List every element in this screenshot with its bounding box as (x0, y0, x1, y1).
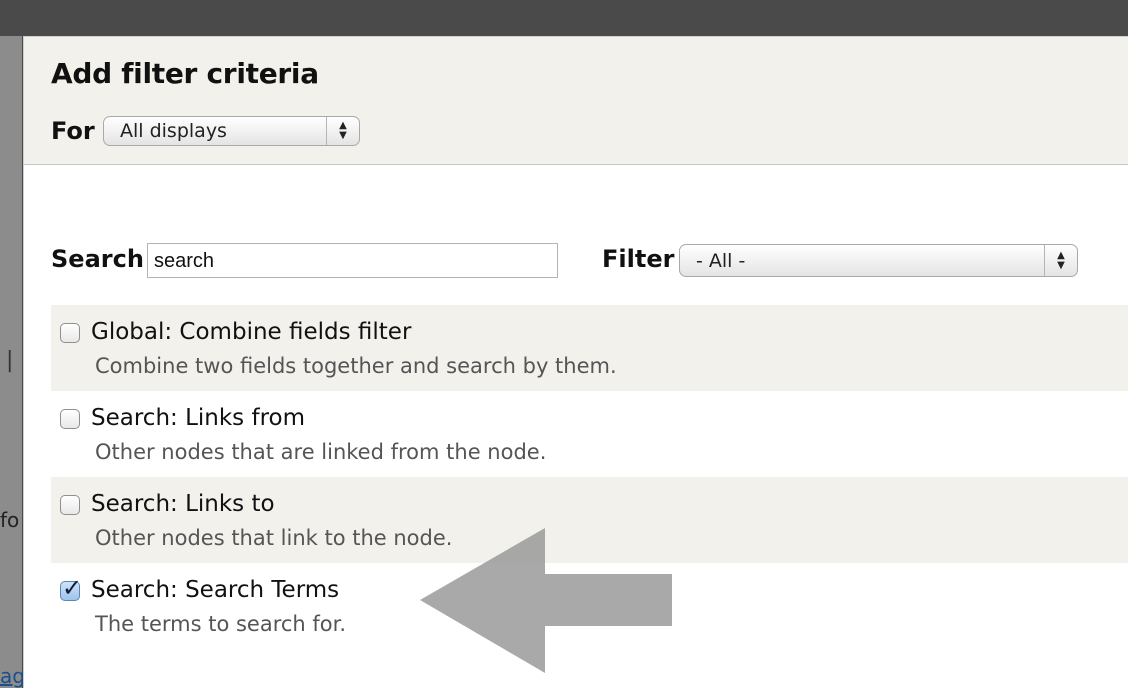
filter-option-combine-fields[interactable]: Global: Combine fields filter Combine tw… (51, 305, 1128, 391)
filter-option-links-from[interactable]: Search: Links from Other nodes that are … (51, 391, 1128, 477)
filter-option-title[interactable]: Search: Links from (91, 405, 305, 431)
dialog-title: Add filter criteria (51, 57, 319, 90)
filter-option-description: Other nodes that link to the node. (95, 526, 453, 550)
background-text-fragment: | (6, 348, 14, 373)
background-link-fragment[interactable]: ag (0, 664, 25, 688)
check-icon: ✓ (62, 574, 83, 602)
for-display-select[interactable]: All displays ▲ ▼ (103, 116, 360, 146)
filter-option-description: Other nodes that are linked from the nod… (95, 440, 547, 464)
filter-option-title[interactable]: Global: Combine fields filter (91, 319, 411, 345)
filter-option-checkbox[interactable] (60, 409, 80, 429)
filter-option-search-terms[interactable]: ✓ Search: Search Terms The terms to sear… (51, 563, 1128, 649)
filter-label: Filter (602, 245, 675, 273)
up-down-chevron-icon: ▲ ▼ (326, 117, 359, 145)
filter-option-title[interactable]: Search: Links to (91, 491, 275, 517)
up-down-chevron-icon: ▲ ▼ (1044, 245, 1077, 276)
filter-option-checkbox[interactable] (60, 495, 80, 515)
filter-option-title[interactable]: Search: Search Terms (91, 577, 339, 603)
filter-option-links-to[interactable]: Search: Links to Other nodes that link t… (51, 477, 1128, 563)
filter-options-list: Global: Combine fields filter Combine tw… (51, 305, 1128, 649)
filter-option-description: The terms to search for. (95, 612, 347, 636)
for-display-select-value: All displays (120, 120, 227, 142)
search-label: Search (51, 245, 144, 273)
filter-category-select[interactable]: - All - ▲ ▼ (679, 244, 1078, 277)
search-input[interactable] (147, 243, 558, 278)
background-text-fragment: fo (0, 508, 20, 532)
add-filter-dialog: Add filter criteria For All displays ▲ ▼ … (23, 36, 1128, 688)
filter-option-description: Combine two fields together and search b… (95, 354, 617, 378)
dialog-header: Add filter criteria For All displays ▲ ▼ (24, 37, 1128, 165)
filter-option-checkbox-checked[interactable]: ✓ (60, 574, 82, 602)
filter-category-select-value: - All - (696, 249, 746, 272)
filter-option-checkbox[interactable] (60, 323, 80, 343)
for-label: For (51, 117, 95, 145)
